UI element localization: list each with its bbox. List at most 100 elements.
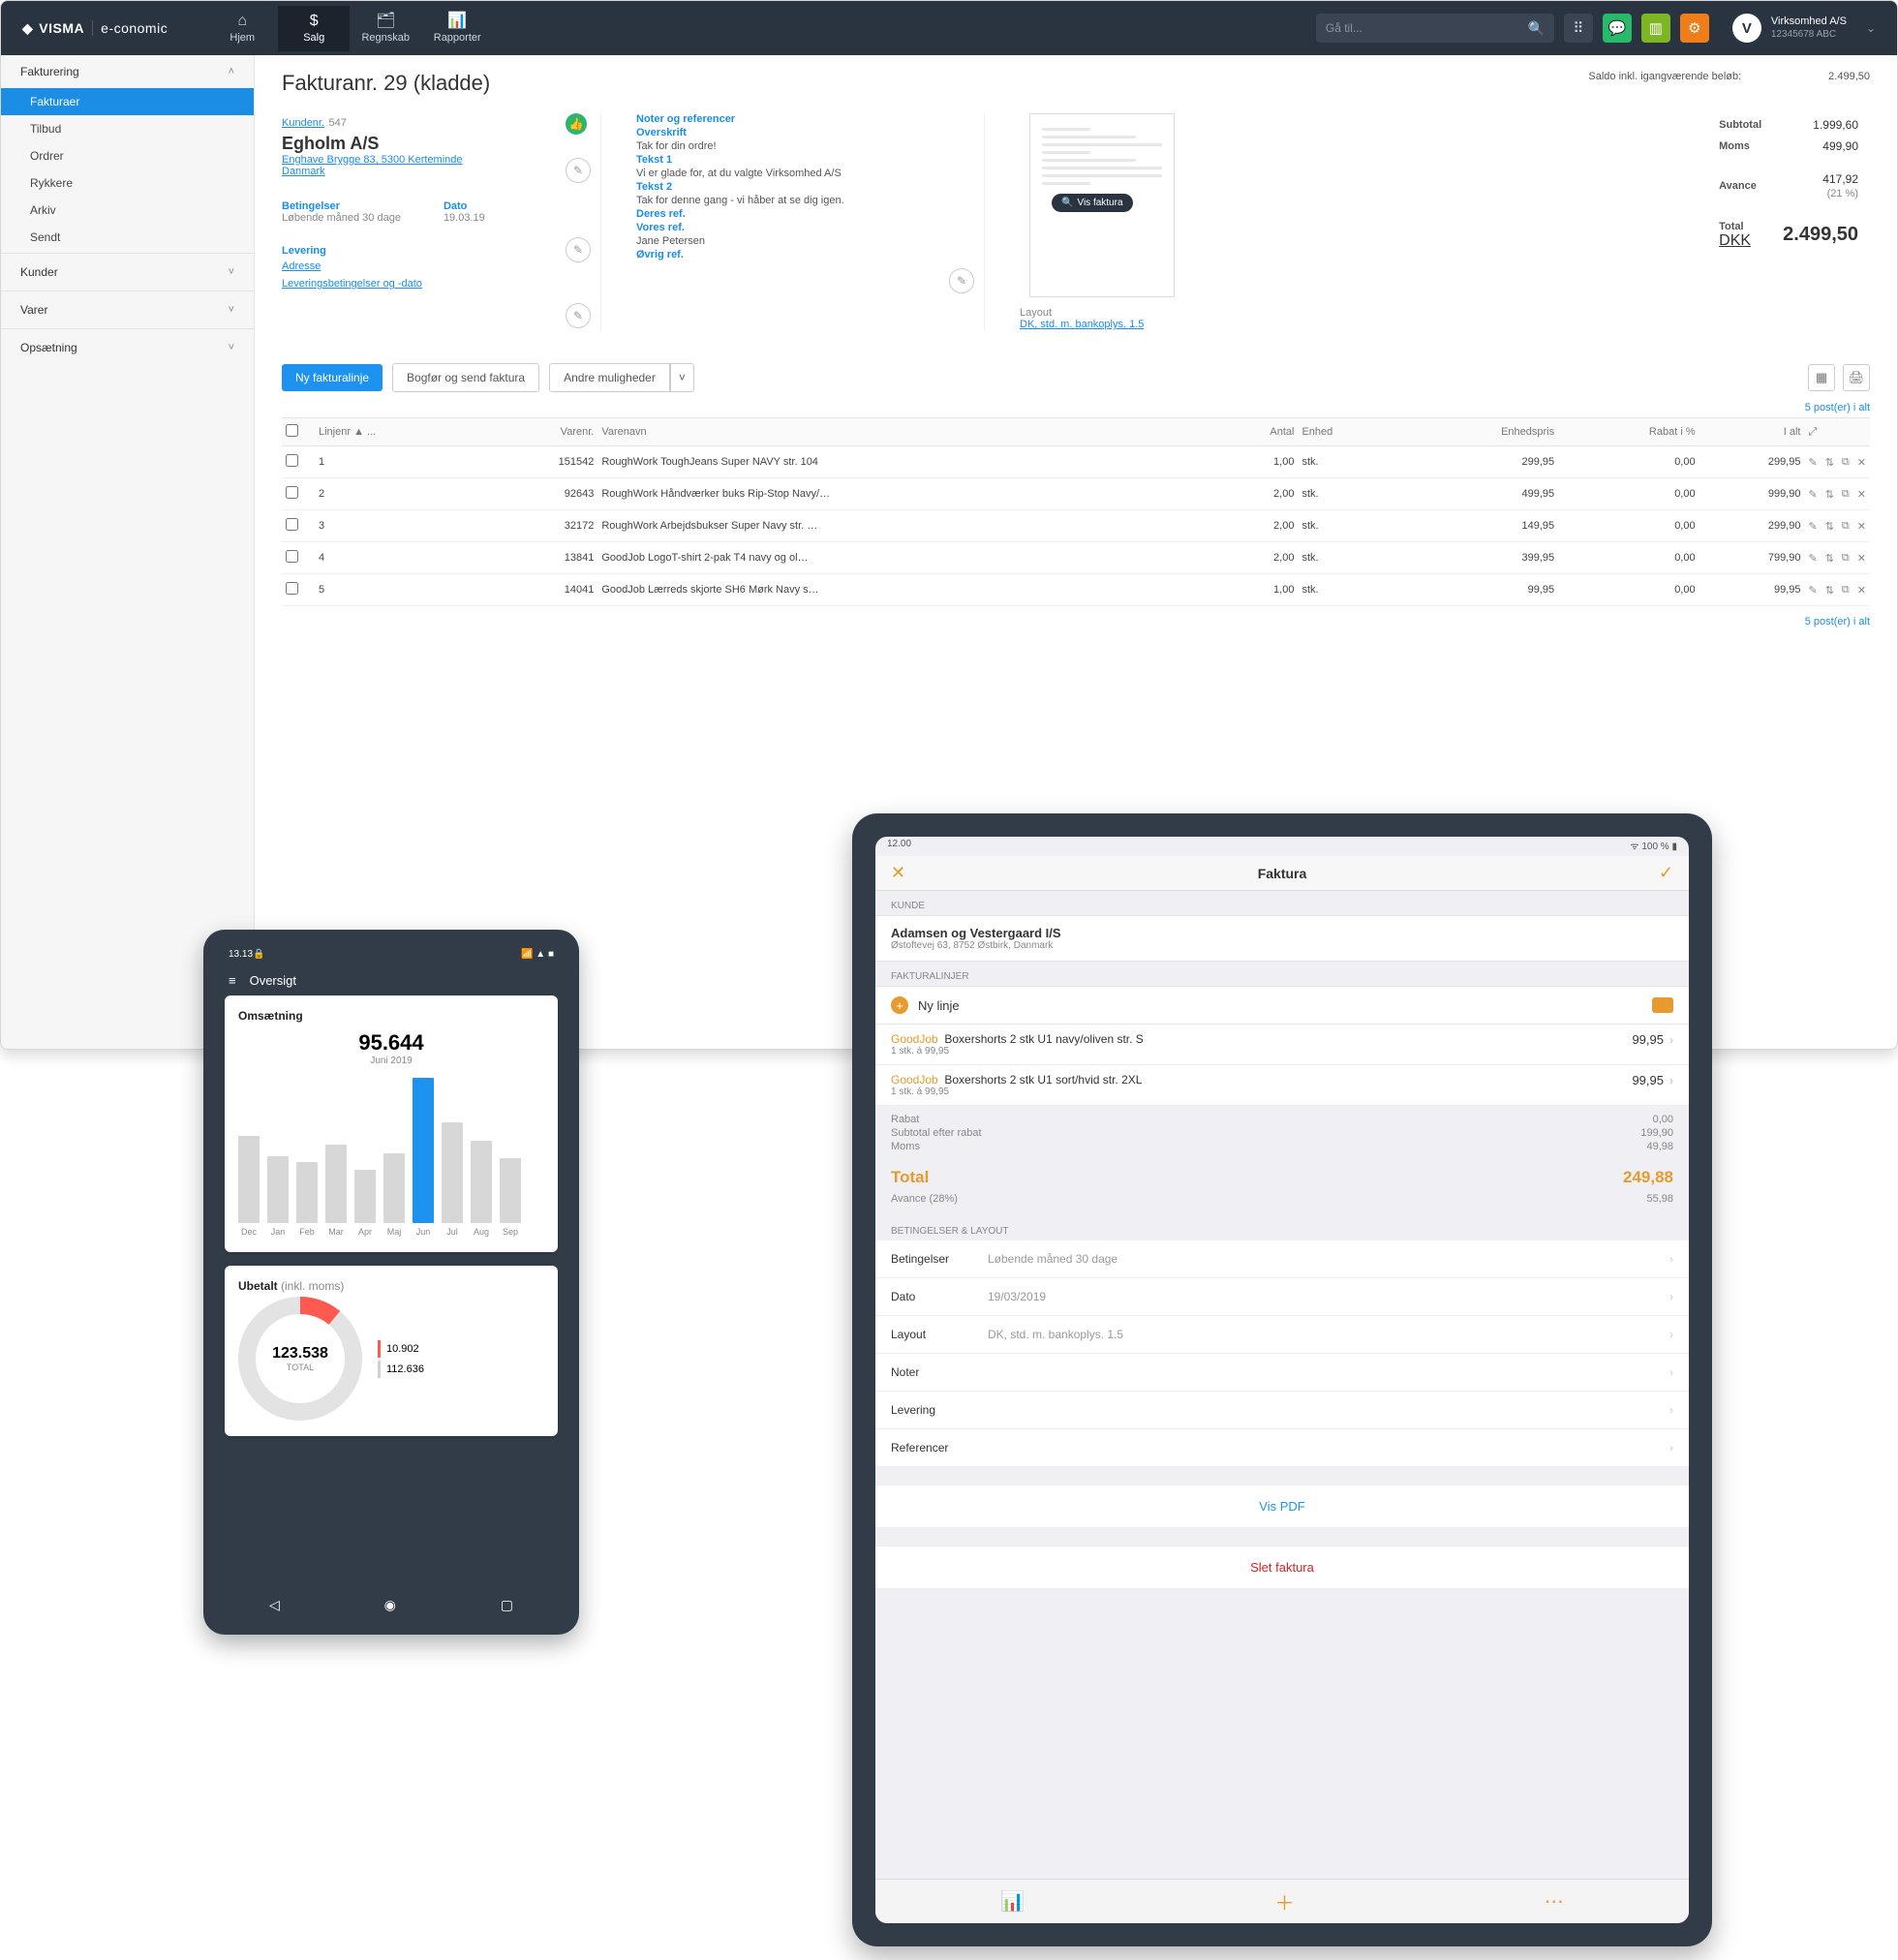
delete-icon[interactable]: ✕ [1857,456,1866,469]
delete-icon[interactable]: ✕ [1857,552,1866,565]
setting-row[interactable]: Levering› [875,1392,1689,1429]
reorder-icon[interactable]: ⇅ [1825,520,1834,533]
delete-icon[interactable]: ✕ [1857,488,1866,501]
sidebar-section-products[interactable]: Varer˅ [1,293,254,326]
tabbar-more-icon[interactable]: ⋯ [1545,1889,1564,1914]
edit-icon[interactable]: ✎ [1808,488,1817,501]
fullscreen-icon[interactable]: ⤢ [1808,426,1817,438]
recent-icon[interactable]: ▢ [501,1597,513,1613]
preview-invoice-button[interactable]: 🔍Vis faktura [1052,194,1133,212]
setting-row[interactable]: Referencer› [875,1429,1689,1467]
edit-icon[interactable]: ✎ [1808,584,1817,597]
copy-icon[interactable]: ⧉ [1842,552,1850,565]
nav-reports[interactable]: 📊Rapporter [421,6,493,51]
reorder-icon[interactable]: ⇅ [1825,488,1834,501]
invoice-line[interactable]: GoodJob Boxershorts 2 stk U1 sort/hvid s… [875,1065,1689,1106]
nav-accounting[interactable]: 🗂Regnskab [350,6,421,51]
confirm-button[interactable]: ✓ [1659,863,1673,883]
delivery-address[interactable]: Adresse [282,260,321,272]
edit-customer-button[interactable]: ✎ [566,158,591,183]
help-button[interactable]: ▥ [1641,14,1670,43]
customer-number: 547 [329,117,347,129]
setting-row[interactable]: BetingelserLøbende måned 30 dage› [875,1240,1689,1278]
edit-notes-button[interactable]: ✎ [949,268,974,293]
sales-icon: $ [310,14,319,29]
layout-link[interactable]: DK, std. m. bankoplys. 1.5 [1020,319,1144,330]
row-select[interactable] [286,486,298,499]
chat-button[interactable]: 💬 [1603,14,1632,43]
revenue-card[interactable]: Omsætning 95.644 Juni 2019 DecJanFebMarA… [225,995,558,1252]
edit-delivery-button[interactable]: ✎ [566,303,591,328]
edit-terms-button[interactable]: ✎ [566,237,591,262]
global-search[interactable]: Gå til... 🔍 [1316,14,1554,43]
copy-icon[interactable]: ⧉ [1842,488,1850,501]
copy-icon[interactable]: ⧉ [1842,520,1850,533]
delete-invoice-button[interactable]: Slet faktura [875,1546,1689,1589]
sidebar-section-setup[interactable]: Opsætning˅ [1,331,254,364]
sidebar-item-sent[interactable]: Sendt [1,224,254,251]
chevron-down-icon[interactable]: ˅ [670,363,694,392]
invoice-line[interactable]: GoodJob Boxershorts 2 stk U1 navy/oliven… [875,1025,1689,1065]
row-select[interactable] [286,454,298,467]
edit-icon[interactable]: ✎ [1808,456,1817,469]
table-row[interactable]: 514041GoodJob Lærreds skjorte SH6 Mørk N… [282,574,1870,606]
company-switcher[interactable]: V Virksomhed A/S 12345678 ABC ⌄ [1732,14,1876,43]
tabbar-add-icon[interactable]: ＋ [1274,1887,1294,1915]
table-row[interactable]: 292643RoughWork Håndværker buks Rip-Stop… [282,478,1870,510]
new-line-row[interactable]: + Ny linje [875,986,1689,1025]
book-send-button[interactable]: Bogfør og send faktura [392,363,539,392]
print-button[interactable]: 🖨 [1843,364,1870,391]
apps-button[interactable]: ⠿ [1564,14,1593,43]
table-row[interactable]: 413841GoodJob LogoT-shirt 2-pak T4 navy … [282,542,1870,574]
setting-row[interactable]: Dato19/03/2019› [875,1278,1689,1316]
delete-icon[interactable]: ✕ [1857,520,1866,533]
nav-sales[interactable]: $Salg [278,6,350,51]
edit-icon[interactable]: ✎ [1808,552,1817,565]
sidebar-section-invoicing[interactable]: Fakturering˄ [1,55,254,88]
sidebar-section-customers[interactable]: Kunder˅ [1,256,254,289]
nav-home[interactable]: ⌂Hjem [206,6,278,51]
sidebar-item-orders[interactable]: Ordrer [1,142,254,169]
customer-row[interactable]: Adamsen og Vestergaard I/S Østoftevej 63… [875,915,1689,962]
copy-icon[interactable]: ⧉ [1842,456,1850,469]
delivery-terms[interactable]: Leveringsbetingelser og -dato [282,278,422,290]
table-row[interactable]: 332172RoughWork Arbejdsbukser Super Navy… [282,510,1870,542]
customer-number-label[interactable]: Kundenr. [282,117,324,129]
sidebar-item-quotes[interactable]: Tilbud [1,115,254,142]
customer-address[interactable]: Enghave Brygge 83, 5300 Kerteminde [282,154,463,166]
section-lines-label: FAKTURALINJER [875,962,1689,986]
view-pdf-button[interactable]: Vis PDF [875,1485,1689,1528]
reorder-icon[interactable]: ⇅ [1825,552,1834,565]
row-select[interactable] [286,582,298,595]
sidebar-item-archive[interactable]: Arkiv [1,197,254,224]
menu-icon[interactable]: ≡ [229,973,236,988]
customer-country[interactable]: Danmark [282,166,325,177]
columns-button[interactable]: ▦ [1808,364,1835,391]
topbar-right: Gå til... 🔍 ⠿ 💬 ▥ ⚙ V Virksomhed A/S 123… [1316,14,1876,43]
setting-row[interactable]: LayoutDK, std. m. bankoplys. 1.5› [875,1316,1689,1354]
tabbar-reports-icon[interactable]: 📊 [1000,1889,1025,1914]
delete-icon[interactable]: ✕ [1857,584,1866,597]
sidebar-item-invoices[interactable]: Fakturaer [1,88,254,115]
sidebar-item-reminders[interactable]: Rykkere [1,169,254,197]
other-actions-button[interactable]: Andre muligheder ˅ [549,363,694,392]
catalog-icon[interactable] [1652,997,1673,1013]
copy-icon[interactable]: ⧉ [1842,584,1850,597]
row-select[interactable] [286,518,298,531]
customer-block: Kundenr. 547 👍 Egholm A/S Enghave Brygge… [282,113,601,330]
back-icon[interactable]: ◁ [269,1597,280,1613]
currency-link[interactable]: DKK [1719,232,1751,249]
select-all[interactable] [286,424,298,437]
reorder-icon[interactable]: ⇅ [1825,584,1834,597]
delivery-label: Levering [282,245,587,257]
row-select[interactable] [286,550,298,563]
settings-button[interactable]: ⚙ [1680,14,1709,43]
reorder-icon[interactable]: ⇅ [1825,456,1834,469]
home-icon[interactable]: ◉ [384,1597,396,1613]
setting-row[interactable]: Noter› [875,1354,1689,1392]
close-button[interactable]: ✕ [891,863,905,883]
new-line-button[interactable]: Ny fakturalinje [282,364,383,391]
edit-icon[interactable]: ✎ [1808,520,1817,533]
unpaid-card[interactable]: Ubetalt (inkl. moms) 123.538TOTAL 10.902… [225,1266,558,1436]
table-row[interactable]: 1151542RoughWork ToughJeans Super NAVY s… [282,446,1870,478]
